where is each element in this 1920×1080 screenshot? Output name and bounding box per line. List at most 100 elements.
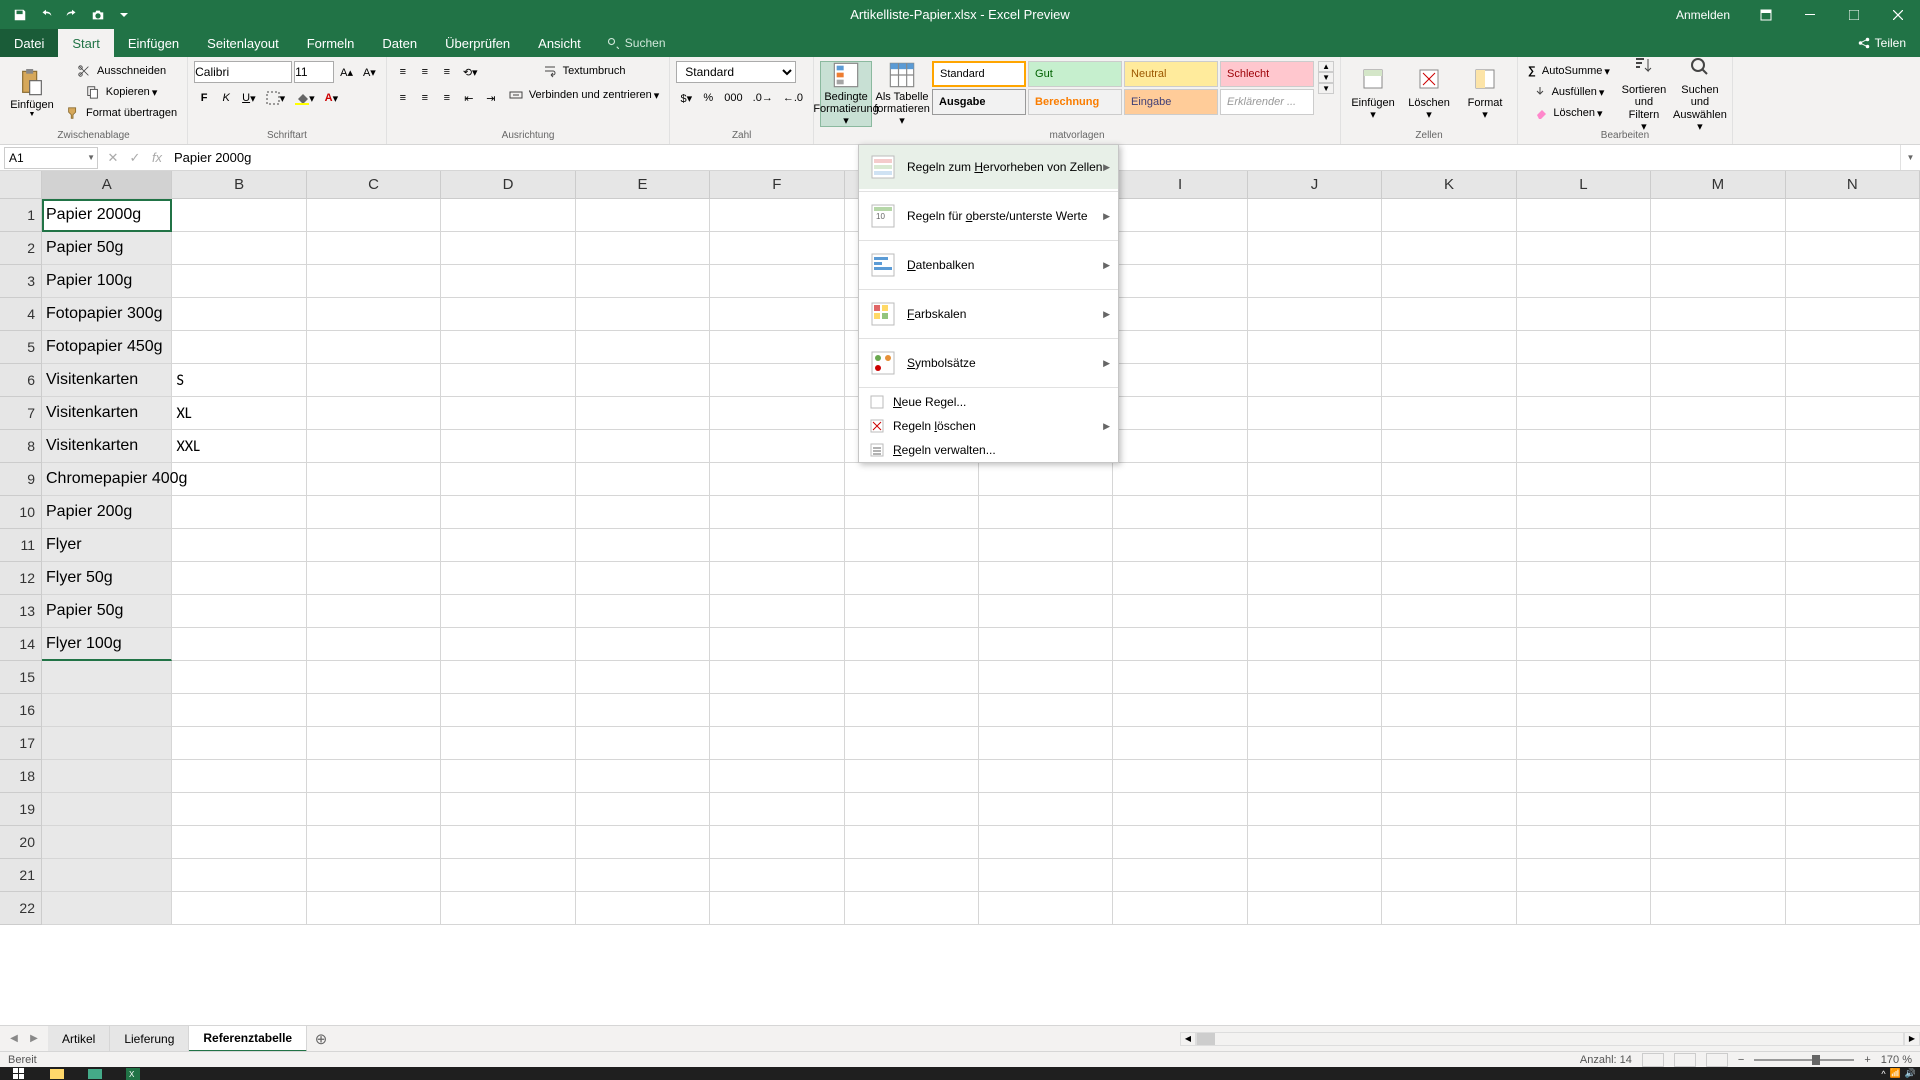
cell-E17[interactable] — [576, 727, 710, 760]
sheet-nav-last-icon[interactable]: ▶ — [26, 1031, 42, 1047]
cell-G22[interactable] — [845, 892, 979, 925]
cell-C10[interactable] — [307, 496, 441, 529]
taskbar-app-icon[interactable] — [76, 1067, 114, 1080]
cell-J16[interactable] — [1248, 694, 1382, 727]
cell-M21[interactable] — [1651, 859, 1785, 892]
sheet-nav-first-icon[interactable]: ◀ — [6, 1031, 22, 1047]
cell-M14[interactable] — [1651, 628, 1785, 661]
cell-F7[interactable] — [710, 397, 844, 430]
cell-M8[interactable] — [1651, 430, 1785, 463]
font-name-input[interactable] — [194, 61, 292, 83]
cell-A9[interactable]: Chromepapier 400g — [42, 463, 172, 496]
column-header-B[interactable]: B — [172, 171, 306, 199]
cell-B19[interactable] — [172, 793, 306, 826]
cell-L8[interactable] — [1517, 430, 1651, 463]
row-header-8[interactable]: 8 — [0, 430, 42, 463]
scroll-left-icon[interactable]: ◀ — [1180, 1032, 1196, 1046]
cell-F10[interactable] — [710, 496, 844, 529]
fx-icon[interactable]: fx — [146, 147, 168, 169]
cell-K5[interactable] — [1382, 331, 1516, 364]
delete-cells-button[interactable]: Löschen ▾ — [1403, 61, 1455, 127]
cell-A20[interactable] — [42, 826, 172, 859]
cell-N22[interactable] — [1786, 892, 1920, 925]
menu-clear-rules[interactable]: Regeln löschen ▶ — [859, 414, 1118, 438]
row-header-5[interactable]: 5 — [0, 331, 42, 364]
zoom-in-button[interactable]: + — [1864, 1054, 1870, 1066]
cell-I12[interactable] — [1113, 562, 1247, 595]
signin-button[interactable]: Anmelden — [1662, 8, 1744, 22]
zoom-slider[interactable] — [1754, 1059, 1854, 1061]
cell-D19[interactable] — [441, 793, 575, 826]
cell-G9[interactable] — [845, 463, 979, 496]
bold-button[interactable]: F — [194, 88, 214, 108]
cell-E12[interactable] — [576, 562, 710, 595]
cell-E1[interactable] — [576, 199, 710, 232]
cell-L20[interactable] — [1517, 826, 1651, 859]
column-header-L[interactable]: L — [1517, 171, 1651, 199]
cell-J9[interactable] — [1248, 463, 1382, 496]
cell-L2[interactable] — [1517, 232, 1651, 265]
align-middle-button[interactable]: ≡ — [415, 62, 435, 82]
cell-M1[interactable] — [1651, 199, 1785, 232]
row-header-9[interactable]: 9 — [0, 463, 42, 496]
cell-L18[interactable] — [1517, 760, 1651, 793]
cell-I9[interactable] — [1113, 463, 1247, 496]
cell-B11[interactable] — [172, 529, 306, 562]
cell-K8[interactable] — [1382, 430, 1516, 463]
cell-B18[interactable] — [172, 760, 306, 793]
align-left-button[interactable]: ≡ — [393, 88, 413, 108]
style-erklaerender[interactable]: Erklärender ... — [1220, 89, 1314, 115]
cell-K21[interactable] — [1382, 859, 1516, 892]
cell-G15[interactable] — [845, 661, 979, 694]
cell-J21[interactable] — [1248, 859, 1382, 892]
cell-D15[interactable] — [441, 661, 575, 694]
cell-M2[interactable] — [1651, 232, 1785, 265]
cell-G21[interactable] — [845, 859, 979, 892]
horizontal-scrollbar[interactable]: ◀ ▶ — [1180, 1031, 1920, 1047]
sheet-tab-referenztabelle[interactable]: Referenztabelle — [189, 1026, 307, 1052]
number-format-select[interactable]: Standard — [676, 61, 796, 83]
row-header-15[interactable]: 15 — [0, 661, 42, 694]
cell-F2[interactable] — [710, 232, 844, 265]
name-box[interactable]: A1▼ — [4, 147, 98, 169]
cell-N3[interactable] — [1786, 265, 1920, 298]
cell-D16[interactable] — [441, 694, 575, 727]
cell-J6[interactable] — [1248, 364, 1382, 397]
cell-M12[interactable] — [1651, 562, 1785, 595]
cell-L11[interactable] — [1517, 529, 1651, 562]
cell-C3[interactable] — [307, 265, 441, 298]
font-color-button[interactable]: A▾ — [321, 88, 342, 108]
cell-N4[interactable] — [1786, 298, 1920, 331]
cell-B20[interactable] — [172, 826, 306, 859]
cell-E7[interactable] — [576, 397, 710, 430]
cell-J15[interactable] — [1248, 661, 1382, 694]
cell-F8[interactable] — [710, 430, 844, 463]
style-eingabe[interactable]: Eingabe — [1124, 89, 1218, 115]
cell-D8[interactable] — [441, 430, 575, 463]
column-header-E[interactable]: E — [576, 171, 710, 199]
cell-C5[interactable] — [307, 331, 441, 364]
expand-formula-bar-icon[interactable]: ▼ — [1900, 145, 1920, 170]
cell-I4[interactable] — [1113, 298, 1247, 331]
cell-K18[interactable] — [1382, 760, 1516, 793]
row-header-2[interactable]: 2 — [0, 232, 42, 265]
cell-D17[interactable] — [441, 727, 575, 760]
cell-C21[interactable] — [307, 859, 441, 892]
tab-start[interactable]: Start — [58, 29, 113, 57]
cell-L1[interactable] — [1517, 199, 1651, 232]
row-header-19[interactable]: 19 — [0, 793, 42, 826]
cell-E11[interactable] — [576, 529, 710, 562]
cell-J20[interactable] — [1248, 826, 1382, 859]
align-center-button[interactable]: ≡ — [415, 88, 435, 108]
cell-B4[interactable] — [172, 298, 306, 331]
view-page-break-button[interactable] — [1706, 1053, 1728, 1067]
cell-C20[interactable] — [307, 826, 441, 859]
cell-I2[interactable] — [1113, 232, 1247, 265]
row-header-13[interactable]: 13 — [0, 595, 42, 628]
cell-C12[interactable] — [307, 562, 441, 595]
column-header-N[interactable]: N — [1786, 171, 1920, 199]
cell-F21[interactable] — [710, 859, 844, 892]
cell-A11[interactable]: Flyer — [42, 529, 172, 562]
cell-E20[interactable] — [576, 826, 710, 859]
cell-C4[interactable] — [307, 298, 441, 331]
